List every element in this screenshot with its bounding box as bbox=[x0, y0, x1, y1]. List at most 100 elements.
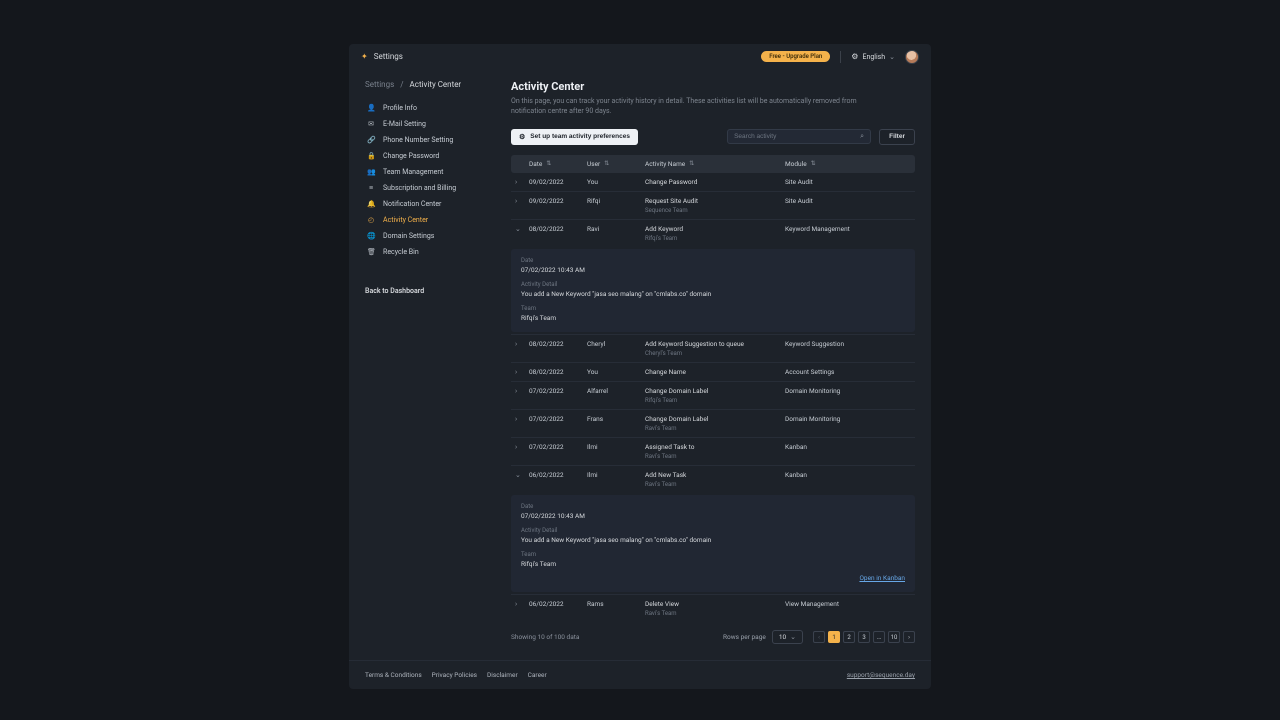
col-user[interactable]: User⇅ bbox=[587, 160, 645, 168]
expand-row-toggle[interactable]: › bbox=[515, 387, 529, 395]
sidebar-item[interactable]: 🌐 Domain Settings bbox=[365, 229, 495, 243]
search-input[interactable] bbox=[734, 133, 856, 140]
expand-row-toggle[interactable]: › bbox=[515, 443, 529, 451]
cell-user: Frans bbox=[587, 415, 645, 423]
brand-label: Settings bbox=[374, 52, 403, 61]
search-field[interactable]: ⌕ bbox=[727, 129, 871, 144]
expand-row-toggle[interactable]: › bbox=[515, 368, 529, 376]
sort-icon: ⇅ bbox=[604, 160, 609, 167]
pager: ‹123…10› bbox=[813, 631, 915, 643]
cell-module: View Management bbox=[785, 600, 863, 608]
app-window: ✦ Settings Free - Upgrade Plan ⚙ English… bbox=[349, 44, 931, 689]
cell-date: 06/02/2022 bbox=[529, 600, 587, 608]
cell-module: Domain Monitoring bbox=[785, 387, 863, 395]
footer-link[interactable]: Career bbox=[528, 671, 547, 679]
breadcrumb-root[interactable]: Settings bbox=[365, 80, 394, 89]
nav-item-icon: ≡ bbox=[367, 184, 375, 192]
cell-module: Domain Monitoring bbox=[785, 415, 863, 423]
nav-item-icon: 🔒 bbox=[367, 152, 375, 160]
cell-date: 07/02/2022 bbox=[529, 415, 587, 423]
sort-icon: ⇅ bbox=[811, 160, 816, 167]
expand-row-toggle[interactable]: › bbox=[515, 197, 529, 205]
table-row: ›07/02/2022AlfarrelChange Domain LabelRi… bbox=[511, 381, 915, 409]
cell-date: 08/02/2022 bbox=[529, 225, 587, 233]
sidebar-item[interactable]: 👤Profile Info bbox=[365, 101, 495, 115]
cell-activity: Add KeywordRifqi's Team bbox=[645, 225, 785, 242]
nav-item-label: Domain Settings bbox=[383, 232, 434, 240]
col-date[interactable]: Date⇅ bbox=[529, 160, 587, 168]
page-title: Activity Center bbox=[511, 80, 915, 93]
cell-activity: Request Site AuditSequence Team bbox=[645, 197, 785, 214]
cell-user: Alfarrel bbox=[587, 387, 645, 395]
nav-item-icon: 🌐 bbox=[367, 232, 375, 240]
rows-per-page-select[interactable]: 10 ⌄ bbox=[772, 630, 803, 644]
brand-icon: ✦ bbox=[361, 52, 368, 61]
table-row: ⌄08/02/2022RaviAdd KeywordRifqi's TeamKe… bbox=[511, 219, 915, 247]
nav-item-label: Team Management bbox=[383, 168, 443, 176]
sidebar-item[interactable]: 🗑Recycle Bin bbox=[365, 245, 495, 259]
pager-page[interactable]: 1 bbox=[828, 631, 840, 643]
cell-module: Site Audit bbox=[785, 178, 863, 186]
cell-module: Kanban bbox=[785, 443, 863, 451]
nav-item-label: Profile Info bbox=[383, 104, 417, 112]
cell-date: 08/02/2022 bbox=[529, 340, 587, 348]
expand-row-toggle[interactable]: ⌄ bbox=[515, 225, 529, 233]
nav-item-icon: 🔗 bbox=[367, 136, 375, 144]
table-row: ›06/02/2022RamsDelete ViewRavi's TeamVie… bbox=[511, 594, 915, 622]
open-in-kanban-link[interactable]: Open in Kanban bbox=[521, 574, 905, 582]
support-email-link[interactable]: support@sequence.day bbox=[847, 671, 915, 679]
pager-page: … bbox=[873, 631, 885, 643]
nav-item-label: Change Password bbox=[383, 152, 439, 160]
expand-row-toggle[interactable]: › bbox=[515, 340, 529, 348]
breadcrumb-separator: / bbox=[400, 80, 403, 89]
expand-row-toggle[interactable]: › bbox=[515, 178, 529, 186]
pager-prev[interactable]: ‹ bbox=[813, 631, 825, 643]
sidebar-item[interactable]: ✉ E-Mail Setting bbox=[365, 117, 495, 131]
pager-page[interactable]: 3 bbox=[858, 631, 870, 643]
sidebar-item[interactable]: ◴Activity Center bbox=[365, 213, 495, 227]
nav-item-icon: 🗑 bbox=[367, 248, 375, 256]
cell-user: Ilmi bbox=[587, 471, 645, 479]
nav-item-icon: ◴ bbox=[367, 216, 375, 224]
col-module[interactable]: Module⇅ bbox=[785, 160, 863, 168]
sidebar-item[interactable]: 🔒 Change Password bbox=[365, 149, 495, 163]
pager-next[interactable]: › bbox=[903, 631, 915, 643]
sidebar-item[interactable]: ≡Subscription and Billing bbox=[365, 181, 495, 195]
footer-link[interactable]: Terms & Conditions bbox=[365, 671, 422, 679]
cell-activity: Change Name bbox=[645, 368, 785, 376]
brand: ✦ Settings bbox=[361, 52, 403, 61]
plan-badge[interactable]: Free - Upgrade Plan bbox=[761, 51, 830, 62]
cell-date: 09/02/2022 bbox=[529, 178, 587, 186]
sidebar-item[interactable]: 👥 Team Management bbox=[365, 165, 495, 179]
nav-item-label: E-Mail Setting bbox=[383, 120, 426, 128]
table-toolbar: ⚙ Set up team activity preferences ⌕ Fil… bbox=[511, 129, 915, 145]
sidebar-item[interactable]: 🔔Notification Center bbox=[365, 197, 495, 211]
table-row: ›07/02/2022FransChange Domain LabelRavi'… bbox=[511, 409, 915, 437]
cell-activity: Change Domain LabelRifqi's Team bbox=[645, 387, 785, 404]
cell-user: Rams bbox=[587, 600, 645, 608]
expand-row-toggle[interactable]: ⌄ bbox=[515, 471, 529, 479]
cell-date: 09/02/2022 bbox=[529, 197, 587, 205]
language-selector[interactable]: ⚙ English ⌄ bbox=[851, 52, 895, 61]
cell-date: 07/02/2022 bbox=[529, 387, 587, 395]
setup-preferences-button[interactable]: ⚙ Set up team activity preferences bbox=[511, 129, 638, 145]
left-column: Settings / Activity Center 👤Profile Info… bbox=[365, 80, 495, 644]
nav-item-icon: 👥 bbox=[367, 168, 375, 176]
footer-link[interactable]: Privacy Policies bbox=[432, 671, 477, 679]
gear-icon: ⚙ bbox=[851, 52, 858, 61]
footer-link[interactable]: Disclaimer bbox=[487, 671, 518, 679]
rows-per-page: Rows per page 10 ⌄ bbox=[723, 630, 803, 644]
avatar[interactable] bbox=[905, 50, 919, 64]
pager-page[interactable]: 2 bbox=[843, 631, 855, 643]
pager-page[interactable]: 10 bbox=[888, 631, 900, 643]
nav-item-label: Notification Center bbox=[383, 200, 441, 208]
cell-module: Kanban bbox=[785, 471, 863, 479]
filter-button[interactable]: Filter bbox=[879, 129, 915, 145]
cell-user: You bbox=[587, 178, 645, 186]
col-activity[interactable]: Activity Name⇅ bbox=[645, 160, 785, 168]
sidebar-item[interactable]: 🔗Phone Number Setting bbox=[365, 133, 495, 147]
back-to-dashboard-link[interactable]: Back to Dashboard bbox=[365, 287, 495, 295]
expand-row-toggle[interactable]: › bbox=[515, 600, 529, 608]
nav-item-icon: ✉ bbox=[367, 120, 375, 128]
expand-row-toggle[interactable]: › bbox=[515, 415, 529, 423]
